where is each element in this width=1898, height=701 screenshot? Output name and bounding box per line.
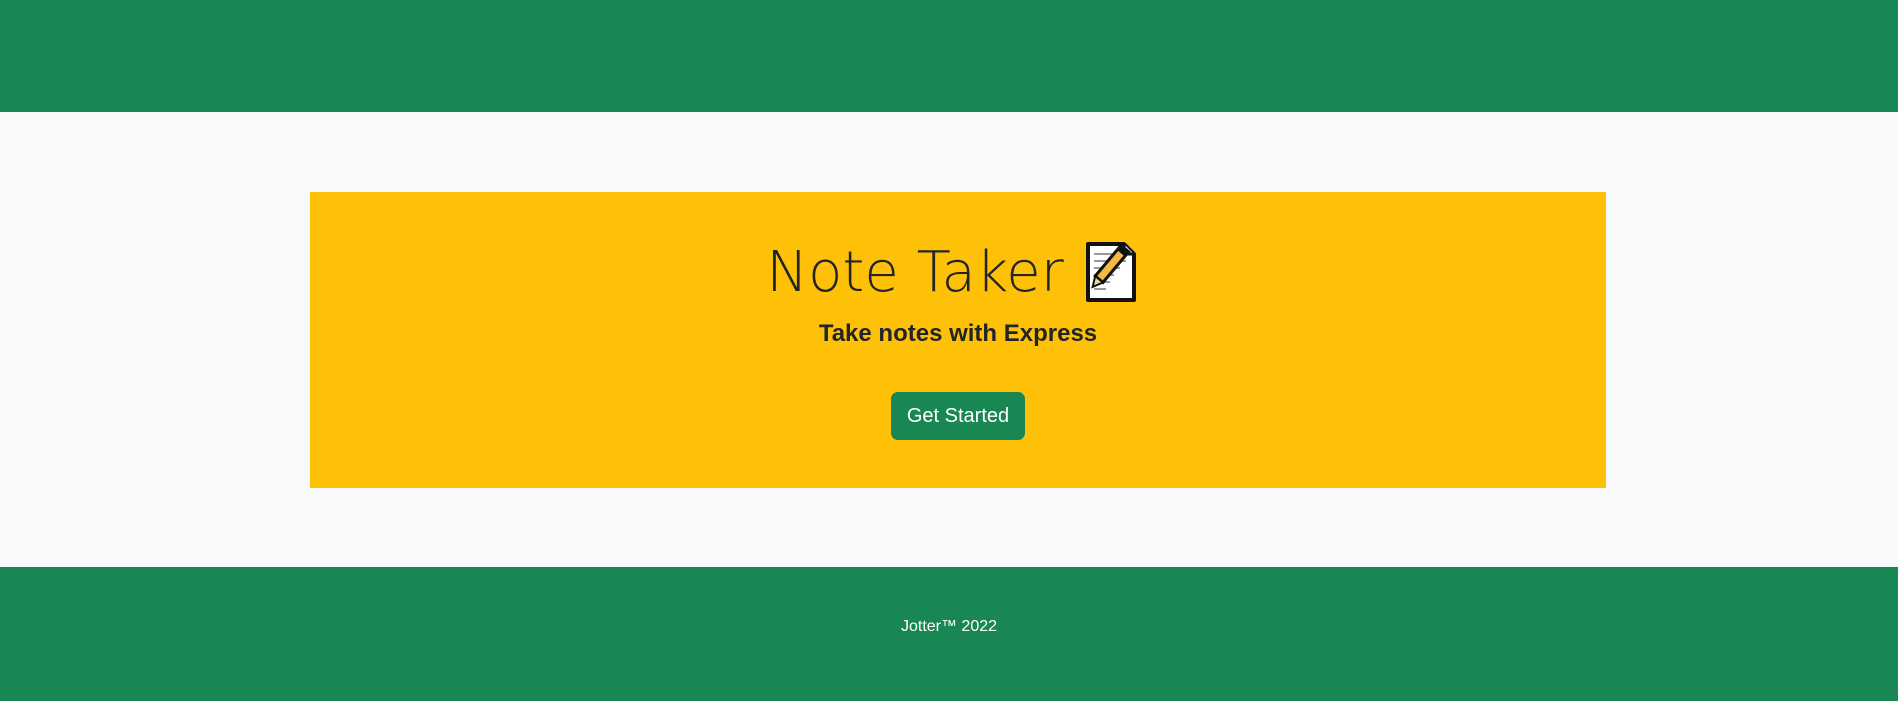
footer: Jotter™ 2022 <box>0 567 1898 701</box>
main-content: Note Taker Take notes with Express Get S… <box>0 112 1898 567</box>
top-navbar <box>0 0 1898 112</box>
hero-subtitle: Take notes with Express <box>818 320 1098 347</box>
hero-banner: Note Taker Take notes with Express Get S… <box>310 192 1606 488</box>
hero-title-text: Note Taker <box>766 239 1064 305</box>
footer-copyright: Jotter™ 2022 <box>900 618 998 635</box>
memo-icon <box>1084 240 1150 304</box>
get-started-button[interactable]: Get Started <box>891 392 1025 440</box>
hero-title: Note Taker <box>310 232 1606 312</box>
